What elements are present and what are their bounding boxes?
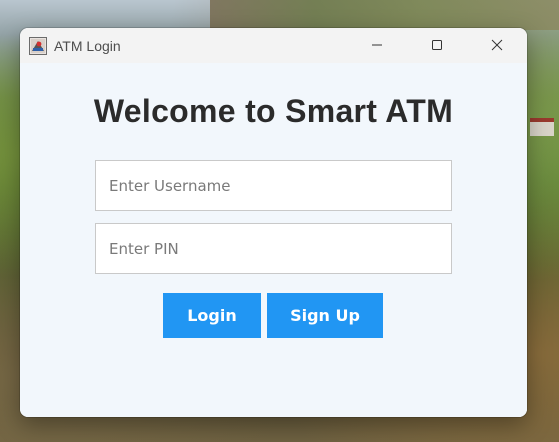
caption-buttons bbox=[347, 28, 527, 63]
close-icon bbox=[491, 36, 503, 55]
title-bar[interactable]: ATM Login bbox=[20, 28, 527, 63]
maximize-button[interactable] bbox=[407, 28, 467, 63]
pin-input[interactable] bbox=[95, 223, 452, 274]
sign-up-button[interactable]: Sign Up bbox=[267, 293, 383, 338]
username-input[interactable] bbox=[95, 160, 452, 211]
login-panel: Welcome to Smart ATM Login Sign Up bbox=[20, 63, 527, 417]
page-title: Welcome to Smart ATM bbox=[93, 93, 454, 129]
login-button[interactable]: Login bbox=[163, 293, 261, 338]
minimize-icon bbox=[371, 36, 383, 55]
maximize-icon bbox=[431, 36, 443, 55]
close-button[interactable] bbox=[467, 28, 527, 63]
wallpaper-cliff bbox=[210, 0, 559, 30]
atm-login-window: ATM Login Welcome to Smart ATM Enter Use… bbox=[20, 28, 527, 417]
wallpaper-house bbox=[530, 118, 554, 136]
minimize-button[interactable] bbox=[347, 28, 407, 63]
atm-app-icon bbox=[29, 36, 47, 55]
window-title: ATM Login bbox=[54, 37, 121, 54]
desktop-wallpaper: ATM Login Welcome to Smart ATM Enter Use… bbox=[0, 0, 559, 442]
